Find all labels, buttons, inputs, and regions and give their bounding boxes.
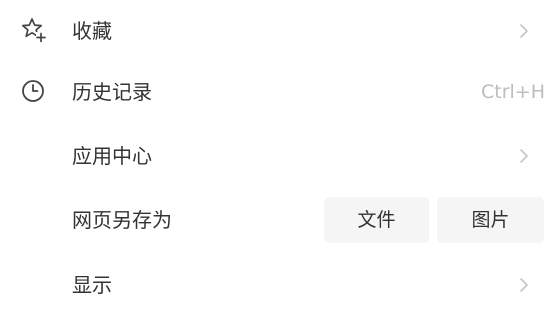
chevron-right-icon (520, 149, 528, 163)
menu-item-favorites[interactable]: 收藏 (0, 3, 556, 59)
menu-item-display[interactable]: 显示 (0, 257, 556, 313)
save-as-image-button[interactable]: 图片 (437, 197, 544, 243)
chevron-right-icon (520, 24, 528, 38)
menu-item-label: 显示 (72, 273, 112, 297)
clock-icon (22, 80, 44, 102)
shortcut-hint: Ctrl+H (480, 81, 545, 103)
menu-item-label: 应用中心 (72, 144, 152, 168)
menu-item-label: 收藏 (72, 19, 112, 43)
menu-item-app-center[interactable]: 应用中心 (0, 128, 556, 184)
menu-item-history[interactable]: 历史记录 Ctrl+H (0, 64, 556, 120)
save-as-file-button[interactable]: 文件 (324, 197, 429, 243)
context-menu: 收藏 历史记录 Ctrl+H 应用中心 网页另存为 文件 图片 显示 (0, 0, 556, 319)
menu-item-label: 历史记录 (72, 80, 152, 104)
chevron-right-icon (520, 278, 528, 292)
star-add-icon (21, 18, 46, 43)
menu-item-label: 网页另存为 (72, 208, 172, 232)
menu-item-save-page-as: 网页另存为 文件 图片 (0, 192, 556, 248)
